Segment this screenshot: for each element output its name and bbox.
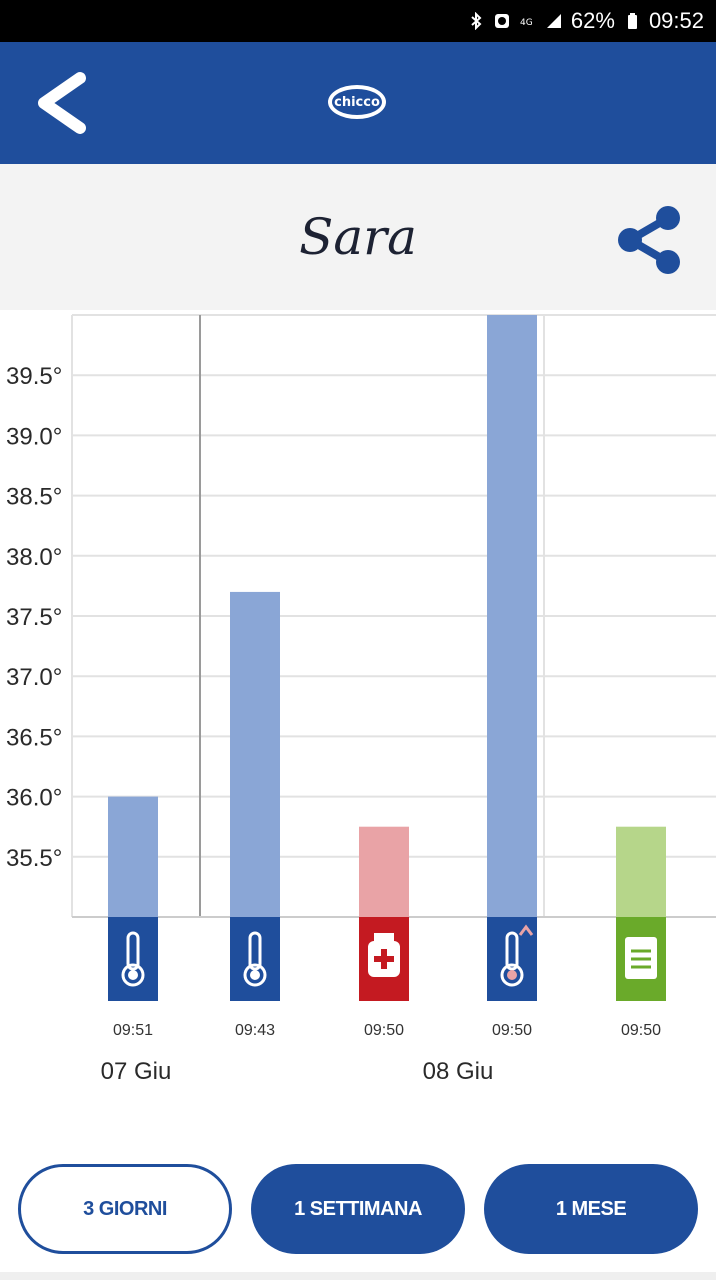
y-tick-label: 36.5° [6, 724, 62, 751]
time-range-selector: 3 GIORNI 1 SETTIMANA 1 MESE [0, 1164, 716, 1256]
alarm-icon [494, 14, 509, 28]
icon-background [108, 917, 158, 1001]
bar-time-label: 09:50 [492, 1022, 532, 1039]
range-button-1-mese[interactable]: 1 MESE [484, 1164, 698, 1254]
status-icons: 4G 62% 09:52 [467, 6, 704, 36]
battery-percent: 62% [570, 8, 615, 33]
clock: 09:52 [648, 8, 704, 33]
y-tick-label: 36.0° [6, 785, 62, 812]
bar-icon-fever-thermometer-icon[interactable] [487, 917, 537, 1001]
status-bar: 4G 62% 09:52 [0, 0, 716, 42]
temperature-chart: 35.5° 36.0° 36.5° 37.0° 37.5° 38.0° 38.5° 39.0°… [6, 314, 716, 1085]
battery-icon [627, 13, 637, 29]
y-tick-label: 35.5° [6, 845, 62, 872]
range-button-1-settimana[interactable]: 1 SETTIMANA [251, 1164, 465, 1254]
day-label: 07 Giu [101, 1058, 172, 1085]
bar-time-label: 09:43 [235, 1022, 275, 1039]
bar [359, 826, 409, 917]
bottom-divider [0, 1272, 716, 1280]
share-button[interactable] [612, 202, 688, 278]
bar-icon-thermometer-icon[interactable] [108, 917, 158, 1001]
app-bar: chicco [0, 42, 716, 164]
back-button[interactable] [28, 70, 98, 136]
signal-icon [546, 14, 561, 28]
bar [108, 796, 158, 917]
svg-text:4G: 4G [520, 18, 533, 28]
y-tick-label: 37.0° [6, 664, 62, 691]
bar [230, 591, 280, 917]
bar-icon-thermometer-icon[interactable] [230, 917, 280, 1001]
range-button-3-giorni[interactable]: 3 GIORNI [18, 1164, 232, 1254]
y-tick-label: 38.0° [6, 544, 62, 571]
bar [616, 826, 666, 917]
network-icon: 4G [520, 18, 533, 28]
bar-time-label: 09:50 [364, 1022, 404, 1039]
bar [487, 315, 537, 917]
day-label: 08 Giu [423, 1058, 494, 1085]
chicco-logo: chicco [328, 85, 386, 119]
chevron-left-icon [38, 72, 86, 134]
bluetooth-icon [471, 12, 482, 30]
profile-header: Sara [0, 164, 716, 310]
page-title: Sara [299, 208, 417, 266]
bar-icon-medicine-icon[interactable] [359, 917, 409, 1001]
note-icon [625, 937, 657, 979]
bar-time-label: 09:51 [113, 1022, 153, 1039]
y-tick-label: 39.0° [6, 423, 62, 450]
bar-time-label: 09:50 [621, 1022, 661, 1039]
share-icon [618, 206, 680, 274]
y-tick-label: 37.5° [6, 604, 62, 631]
icon-background [230, 917, 280, 1001]
logo-text: chicco [334, 95, 380, 110]
bar-icon-note-icon[interactable] [616, 917, 666, 1001]
y-tick-label: 38.5° [6, 484, 62, 511]
y-tick-label: 39.5° [6, 363, 62, 390]
